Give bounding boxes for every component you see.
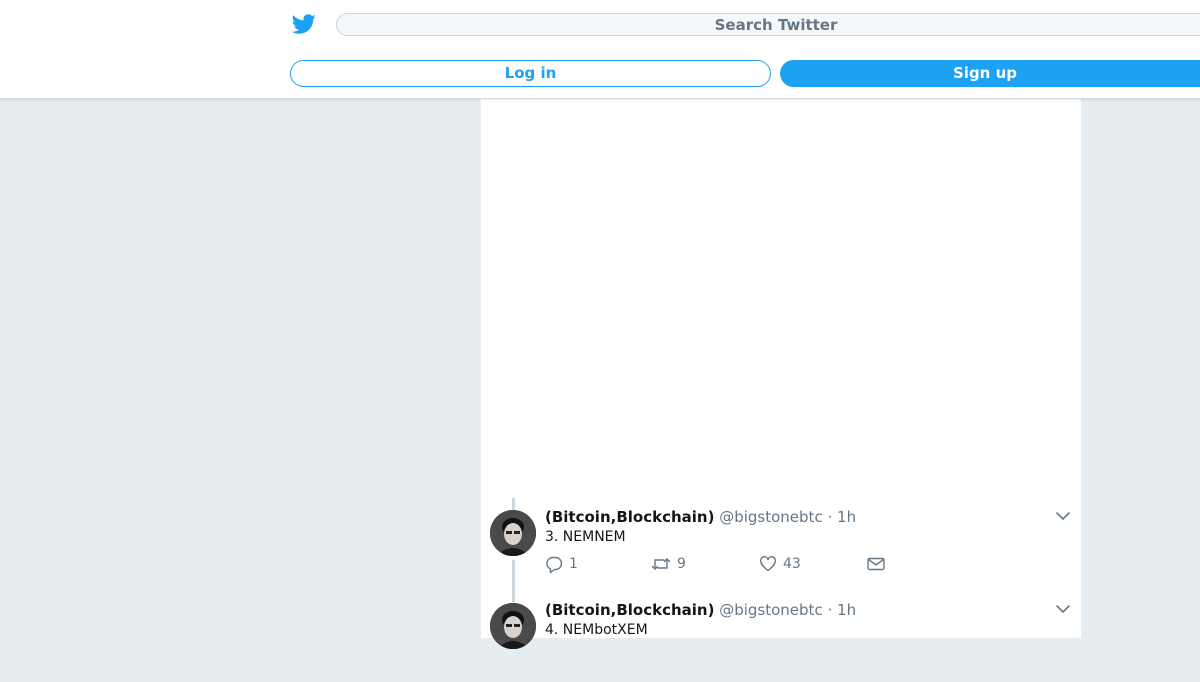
envelope-icon xyxy=(867,557,885,571)
media-area xyxy=(481,98,1081,493)
signup-button[interactable]: Sign up xyxy=(780,60,1200,87)
separator: · xyxy=(827,601,833,619)
chevron-down-icon[interactable] xyxy=(1055,508,1071,524)
avatar[interactable] xyxy=(490,603,536,649)
tweet-header: (Bitcoin,Blockchain) @bigstonebtc · 1h xyxy=(545,601,856,619)
tweet-text: 4. NEMbotXEM xyxy=(545,622,648,638)
retweet-button[interactable]: 9 xyxy=(651,554,686,574)
retweet-count: 9 xyxy=(677,556,686,572)
reply-count: 1 xyxy=(569,556,578,572)
login-button[interactable]: Log in xyxy=(290,60,771,87)
search-input[interactable] xyxy=(336,13,1200,36)
separator: · xyxy=(827,508,833,526)
reply-button[interactable]: 1 xyxy=(545,554,578,574)
direct-message-button[interactable] xyxy=(866,554,886,574)
avatar[interactable] xyxy=(490,510,536,556)
like-button[interactable]: 43 xyxy=(759,554,801,574)
author-handle[interactable]: @bigstonebtc xyxy=(719,508,822,526)
author-name[interactable]: (Bitcoin,Blockchain) xyxy=(545,508,714,526)
chevron-down-icon[interactable] xyxy=(1055,601,1071,617)
like-count: 43 xyxy=(783,556,801,572)
tweet[interactable]: (Bitcoin,Blockchain) @bigstonebtc · 1h 3… xyxy=(481,496,1081,589)
timestamp[interactable]: 1h xyxy=(837,508,856,526)
heart-icon xyxy=(760,556,776,572)
tweet[interactable]: (Bitcoin,Blockchain) @bigstonebtc · 1h 4… xyxy=(481,589,1081,682)
reply-icon xyxy=(546,556,563,573)
author-handle[interactable]: @bigstonebtc xyxy=(719,601,822,619)
tweet-header: (Bitcoin,Blockchain) @bigstonebtc · 1h xyxy=(545,508,856,526)
top-bar: Log in Sign up xyxy=(0,0,1200,99)
tweet-text: 3. NEMNEM xyxy=(545,529,626,545)
retweet-icon xyxy=(651,558,671,570)
author-name[interactable]: (Bitcoin,Blockchain) xyxy=(545,601,714,619)
twitter-bird-icon[interactable] xyxy=(291,12,317,36)
timestamp[interactable]: 1h xyxy=(837,601,856,619)
timeline-column: (Bitcoin,Blockchain) @bigstonebtc · 1h 3… xyxy=(481,98,1081,649)
